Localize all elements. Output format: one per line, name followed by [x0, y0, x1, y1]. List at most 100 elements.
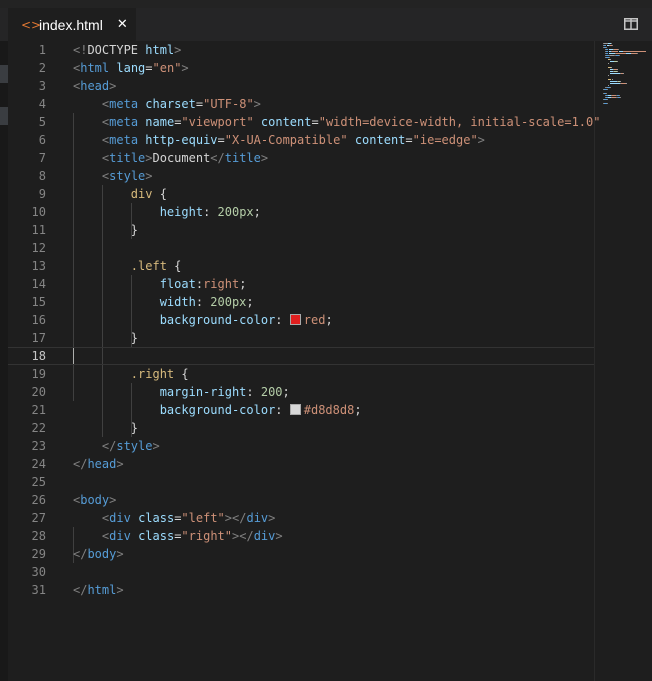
code-token: </ [73, 583, 88, 597]
code-line[interactable]: 7 <title>Document</title> [8, 149, 594, 167]
line-code: </html> [73, 581, 124, 599]
code-token: height [159, 205, 204, 219]
line-code: <meta charset="UTF-8"> [73, 95, 261, 113]
code-line[interactable]: 3 <head> [8, 77, 594, 95]
code-token: 200px [210, 295, 247, 309]
minimap-mark [607, 75, 609, 76]
code-token: ></ [232, 529, 254, 543]
color-swatch[interactable] [289, 314, 301, 325]
code-line[interactable]: 14 float:right; [8, 275, 594, 293]
code-token: </ [101, 439, 117, 453]
code-token: > [253, 97, 261, 111]
code-line[interactable]: 20 margin-right: 200; [8, 383, 594, 401]
code-token: #d8d8d8 [303, 403, 355, 417]
code-line[interactable]: 31 </html> [8, 581, 594, 599]
minimap-mark [616, 69, 618, 70]
line-code: width: 200px; [73, 293, 254, 311]
code-token: ; [325, 313, 333, 327]
code-token: name [145, 115, 175, 129]
code-line[interactable]: 5 <meta name="viewport" content="width=d… [8, 113, 601, 131]
code-line[interactable]: 16 background-color: red; [8, 311, 594, 329]
minimap[interactable] [594, 41, 652, 681]
line-number: 10 [31, 205, 46, 219]
code-line[interactable]: 30 [8, 563, 594, 581]
code-token: Document [152, 151, 211, 165]
line-number: 6 [38, 133, 46, 147]
code-token: = [145, 61, 153, 75]
tab-filename: index.html [39, 16, 103, 33]
code-token: class [138, 529, 175, 543]
code-token: = [311, 115, 319, 129]
code-line[interactable]: 10 height: 200px; [8, 203, 594, 221]
code-token: meta [109, 115, 139, 129]
code-line[interactable]: 26 <body> [8, 491, 594, 509]
code-token: meta [109, 97, 139, 111]
code-line[interactable]: 2 <html lang="en"> [8, 59, 594, 77]
code-line[interactable]: 22 } [8, 419, 594, 437]
code-token: > [174, 43, 182, 57]
line-number: 2 [38, 61, 46, 75]
color-swatch[interactable] [289, 404, 301, 415]
code-token: "left" [181, 511, 225, 525]
code-token: ; [253, 205, 261, 219]
close-icon[interactable]: ✕ [117, 17, 128, 32]
line-number: 31 [31, 583, 46, 597]
code-line[interactable]: 24 </head> [8, 455, 594, 473]
code-token: ; [282, 385, 290, 399]
line-code: } [73, 221, 138, 239]
code-line[interactable]: 27 <div class="left"></div> [8, 509, 594, 527]
line-code: <style> [73, 167, 153, 185]
line-code: } [73, 419, 138, 437]
code-line[interactable]: 28 <div class="right"></div> [8, 527, 594, 545]
code-line[interactable]: 6 <meta http-equiv="X-UA-Compatible" con… [8, 131, 594, 149]
code-token: head [80, 79, 110, 93]
code-token: > [477, 133, 485, 147]
code-line[interactable]: 29 </body> [8, 545, 594, 563]
code-line[interactable]: 17 } [8, 329, 594, 347]
code-line[interactable]: 9 div { [8, 185, 594, 203]
split-editor-icon[interactable] [624, 18, 638, 30]
code-line[interactable]: 4 <meta charset="UTF-8"> [8, 95, 594, 113]
code-token: > [268, 511, 276, 525]
code-token: ; [354, 403, 362, 417]
code-line[interactable]: 25 [8, 473, 594, 491]
minimap-mark [619, 73, 621, 74]
code-editor[interactable]: 1 <!DOCTYPE html> 2 <html lang="en"> 3 <head>… [8, 41, 652, 681]
line-number: 4 [38, 97, 46, 111]
code-token: html [80, 61, 110, 75]
minimap-mark [612, 51, 618, 52]
code-token: > [116, 547, 124, 561]
code-token: > [109, 493, 117, 507]
code-token: { [174, 367, 189, 381]
line-number: 12 [31, 241, 46, 255]
code-token: > [145, 151, 153, 165]
code-token: div [109, 511, 131, 525]
code-line[interactable]: 11 } [8, 221, 594, 239]
line-number: 25 [31, 475, 46, 489]
line-number: 11 [31, 223, 46, 237]
code-token: : [195, 295, 211, 309]
code-line[interactable]: 19 .right { [8, 365, 594, 383]
code-line[interactable]: 12 [8, 239, 594, 257]
code-line[interactable]: 18 [8, 347, 594, 365]
code-line[interactable]: 13 .left { [8, 257, 594, 275]
code-token: > [181, 61, 189, 75]
line-code: height: 200px; [73, 203, 261, 221]
code-line[interactable]: 21 background-color: #d8d8d8; [8, 401, 594, 419]
code-token: .right [130, 367, 175, 381]
code-line[interactable]: 8 <style> [8, 167, 594, 185]
code-token: "en" [152, 61, 182, 75]
code-token: red [303, 313, 326, 327]
line-number: 27 [31, 511, 46, 525]
code-token: content [260, 115, 312, 129]
code-line[interactable]: 15 width: 200px; [8, 293, 594, 311]
line-number: 29 [31, 547, 46, 561]
code-line[interactable]: 23 </style> [8, 437, 594, 455]
tab-index-html[interactable]: <> index.html ✕ [8, 8, 136, 41]
code-token: float [159, 277, 196, 291]
code-line[interactable]: 1 <!DOCTYPE html> [8, 41, 594, 59]
